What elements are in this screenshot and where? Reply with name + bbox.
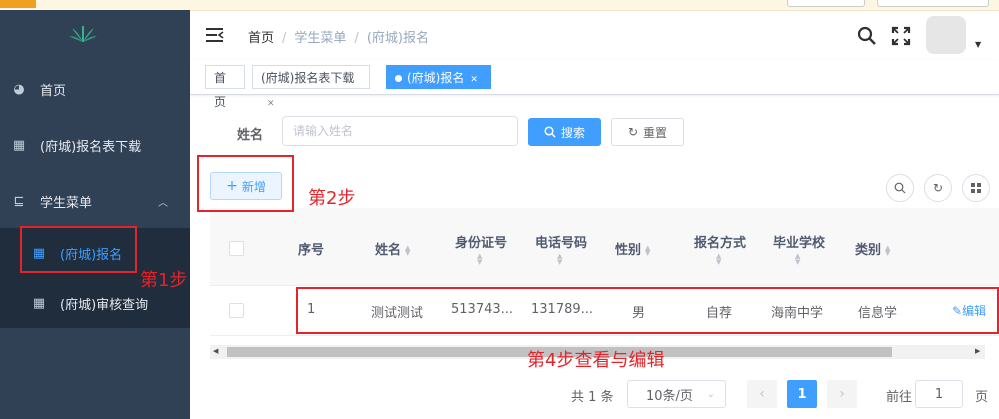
sort-icon: ▲ ▼ (405, 243, 411, 257)
dashboard-icon: ◕ (13, 81, 25, 97)
select-all-checkbox[interactable] (229, 241, 244, 256)
header-name[interactable]: 姓名 ▲ ▼ (375, 239, 410, 258)
header-index: 序号 (298, 243, 325, 258)
page-unit-label: 页 (975, 390, 989, 405)
navbar: 首页 / 学生菜单 / (府城)报名 ▼ (190, 10, 999, 60)
header-category[interactable]: 类别 ▲ ▼ (855, 239, 890, 258)
header-method[interactable]: 报名方式 (694, 232, 746, 251)
sort-icon[interactable]: ▲ ▼ (557, 253, 562, 266)
chevron-down-icon: ⌄ (706, 388, 715, 400)
row-checkbox[interactable] (229, 303, 244, 318)
breadcrumb-parent: 学生菜单 (294, 31, 347, 46)
page-size-select[interactable]: 10条/页 ⌄ (627, 380, 726, 408)
tag-label: (府城)报名表下载 (261, 71, 355, 85)
sort-icon[interactable]: ▲ ▼ (716, 253, 721, 266)
prev-page-button[interactable]: ‹ (747, 380, 777, 408)
sidebar: ◕ 首页 ▦ (府城)报名表下载 ⊑ 学生菜单 ︿ ▦ (府城)报名 ▦ (府城… (0, 10, 190, 419)
warning-tab (0, 0, 36, 8)
page-size-value: 10条/页 (646, 388, 693, 404)
sort-icon[interactable]: ▲ ▼ (795, 253, 800, 266)
caret-down-icon[interactable]: ▼ (975, 40, 981, 49)
breadcrumb-home[interactable]: 首页 (248, 31, 274, 46)
breadcrumb-current: (府城)报名 (366, 31, 429, 46)
next-page-button[interactable]: › (827, 380, 857, 408)
header-school[interactable]: 毕业学校 (773, 232, 825, 251)
chevron-right-icon: › (839, 386, 845, 402)
avatar[interactable] (926, 16, 966, 54)
tree-icon: ⊑ (13, 193, 25, 209)
scroll-right-icon[interactable]: ▶ (975, 347, 980, 355)
name-search-input[interactable] (282, 116, 518, 146)
refresh-icon: ↻ (932, 181, 944, 195)
annotation-step2: 第2步 (308, 188, 356, 209)
sidebar-item-home[interactable]: ◕ 首页 (0, 64, 190, 114)
sort-icon: ▲ ▼ (645, 243, 651, 257)
tag-label: 首页 (214, 71, 227, 109)
columns-button[interactable] (962, 174, 990, 202)
sidebar-item-label: (府城)报名表下载 (40, 139, 142, 155)
close-icon[interactable]: ✕ (470, 75, 478, 85)
grid-icon (971, 183, 981, 193)
sidebar-item-label: 学生菜单 (40, 195, 93, 211)
tag-registration[interactable]: (府城)报名 ✕ (386, 65, 491, 89)
search-icon[interactable] (857, 26, 877, 46)
header-gender[interactable]: 性别 ▲ ▼ (615, 239, 650, 258)
tag-download-form[interactable]: (府城)报名表下载 ✕ (252, 65, 370, 109)
reset-button[interactable]: ↻ 重置 (611, 118, 684, 146)
scroll-left-icon[interactable]: ◀ (213, 347, 218, 355)
goto-label: 前往 (886, 390, 913, 405)
header-phone[interactable]: 电话号码 (535, 232, 587, 251)
annotation-box-step4 (296, 287, 999, 334)
sort-icon[interactable]: ▲ ▼ (477, 253, 482, 266)
sidebar-item-student-menu[interactable]: ⊑ 学生菜单 ︿ (0, 176, 190, 226)
name-field-label: 姓名 (237, 128, 264, 143)
chevron-up-icon: ︿ (158, 197, 168, 209)
sidebar-item-label: (府城)审核查询 (60, 297, 149, 313)
tag-label: (府城)报名 (407, 71, 465, 85)
search-button[interactable]: 搜索 (528, 118, 601, 146)
sort-icon: ▲ ▼ (885, 243, 891, 257)
sidebar-item-label: 首页 (40, 83, 67, 99)
hamburger-icon[interactable] (206, 27, 224, 43)
goto-page-input[interactable] (915, 380, 963, 408)
header-id-number[interactable]: 身份证号 (455, 232, 507, 251)
table-icon: ▦ (12, 137, 26, 153)
chevron-left-icon: ‹ (759, 386, 765, 402)
annotation-box-step1 (20, 226, 137, 273)
tags-view: 首页 (府城)报名表下载 ✕ (府城)报名 ✕ (190, 60, 999, 109)
toggle-search-button[interactable] (886, 174, 914, 202)
reset-button-label: 重置 (643, 125, 668, 140)
fullscreen-icon[interactable] (891, 26, 911, 46)
sidebar-item-download-form[interactable]: ▦ (府城)报名表下载 (0, 120, 190, 170)
active-dot-icon (395, 75, 402, 82)
search-icon (544, 126, 556, 138)
refresh-button[interactable]: ↻ (924, 174, 952, 202)
logo-icon (69, 26, 97, 42)
annotation-step1: 第1步 (140, 270, 188, 291)
close-icon[interactable]: ✕ (267, 99, 275, 109)
pagination-total: 共 1 条 (571, 390, 614, 405)
tag-home[interactable]: 首页 (205, 65, 245, 109)
search-icon (894, 182, 906, 194)
grid-icon: ▦ (32, 295, 46, 311)
table-header: 序号 姓名 ▲ ▼ 身份证号 ▲ ▼ 电话号码 ▲ ▼ 性别 ▲ ▼ 报名方式 ▲ ▼ 毕业学… (210, 208, 999, 286)
page-number-button[interactable]: 1 (787, 380, 817, 408)
annotation-step4: 第4步查看与编辑 (527, 350, 665, 371)
top-strip-button[interactable] (787, 0, 865, 7)
breadcrumb: 首页 / 学生菜单 / (府城)报名 (248, 31, 429, 46)
annotation-box-step2 (197, 155, 294, 212)
search-button-label: 搜索 (560, 125, 585, 140)
top-strip-button[interactable] (877, 0, 989, 7)
refresh-icon: ↻ (627, 125, 639, 139)
